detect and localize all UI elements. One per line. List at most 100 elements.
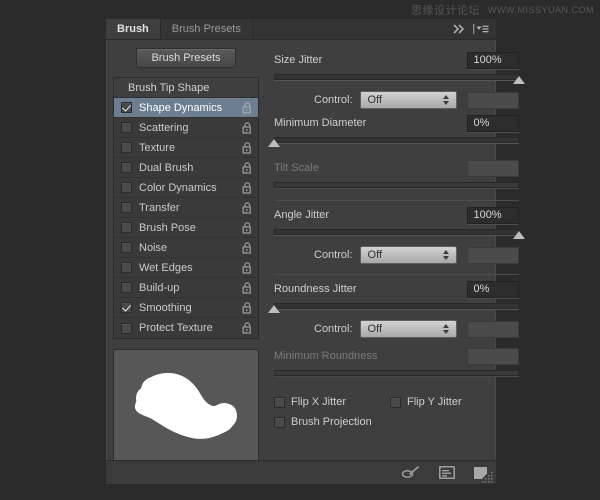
- roundness-jitter-slider[interactable]: [268, 301, 519, 313]
- roundness-jitter-control-extra: [466, 320, 519, 338]
- roundness-jitter-control-label: Control:: [314, 323, 353, 335]
- open-padlock-icon[interactable]: [242, 201, 253, 214]
- brush-option-checkbox[interactable]: [121, 142, 132, 153]
- brush-projection-label: Brush Projection: [291, 416, 372, 428]
- open-padlock-icon[interactable]: [242, 181, 253, 194]
- open-padlock-icon[interactable]: [242, 101, 253, 114]
- resize-grip[interactable]: [482, 471, 494, 483]
- panel-body: Brush Presets Brush Tip Shape Shape Dyna…: [106, 40, 525, 465]
- roundness-jitter-control-dropdown[interactable]: Off: [359, 320, 457, 338]
- brush-panel-icon[interactable]: [439, 466, 455, 479]
- size-jitter-thumb[interactable]: [512, 76, 525, 84]
- open-padlock-icon[interactable]: [242, 261, 253, 274]
- flip-line-2: Brush Projection: [274, 412, 519, 432]
- roundness-jitter-thumb[interactable]: [268, 305, 280, 313]
- tilt-scale-row: Tilt Scale: [274, 159, 519, 177]
- brush-option-row[interactable]: Color Dynamics: [114, 178, 258, 198]
- panel-menu-icon[interactable]: [473, 24, 489, 34]
- brush-option-label: Protect Texture: [139, 322, 213, 334]
- brush-option-row[interactable]: Scattering: [114, 118, 258, 138]
- open-padlock-icon[interactable]: [242, 241, 253, 254]
- flip-y-jitter-label: Flip Y Jitter: [407, 396, 462, 408]
- brush-option-row[interactable]: Wet Edges: [114, 258, 258, 278]
- brush-option-row[interactable]: Brush Pose: [114, 218, 258, 238]
- angle-jitter-control-dropdown[interactable]: Off: [359, 246, 457, 264]
- open-padlock-icon[interactable]: [242, 121, 253, 134]
- brush-option-row[interactable]: Texture: [114, 138, 258, 158]
- brush-option-checkbox[interactable]: [121, 162, 132, 173]
- brush-presets-button[interactable]: Brush Presets: [136, 48, 236, 68]
- brush-option-checkbox[interactable]: [121, 322, 132, 334]
- minimum-roundness-slider: [274, 368, 519, 380]
- brush-option-label: Dual Brush: [139, 161, 194, 174]
- open-padlock-icon[interactable]: [242, 322, 253, 334]
- brush-projection-checkbox[interactable]: Brush Projection: [274, 416, 372, 428]
- brush-option-checkbox[interactable]: [121, 122, 132, 133]
- open-padlock-icon[interactable]: [242, 161, 253, 174]
- angle-jitter-thumb[interactable]: [512, 231, 525, 239]
- brush-option-row[interactable]: Dual Brush: [114, 158, 258, 178]
- right-column: Size Jitter 100% Control: Off Minimum Di…: [266, 40, 527, 460]
- minimum-diameter-track: [274, 137, 519, 143]
- tab-brush-presets[interactable]: Brush Presets: [160, 19, 253, 39]
- tilt-scale-label: Tilt Scale: [274, 162, 319, 174]
- angle-jitter-label: Angle Jitter: [274, 209, 330, 221]
- minimum-diameter-value[interactable]: 0%: [466, 114, 519, 132]
- brush-preview-wrap: [113, 339, 259, 473]
- minimum-roundness-label: Minimum Roundness: [274, 350, 378, 362]
- angle-jitter-value[interactable]: 100%: [466, 206, 519, 224]
- brush-option-label: Brush Pose: [139, 221, 196, 234]
- minimum-diameter-slider[interactable]: [268, 135, 519, 147]
- toggle-brush-options-icon[interactable]: [401, 465, 421, 480]
- size-jitter-track: [274, 74, 519, 80]
- minimum-roundness-value: [466, 347, 519, 365]
- brush-option-checkbox[interactable]: [121, 242, 132, 253]
- open-padlock-icon[interactable]: [242, 281, 253, 294]
- watermark-chinese-text: 思缘设计论坛: [411, 5, 480, 17]
- tilt-scale-track: [274, 182, 519, 188]
- minimum-roundness-track: [274, 370, 519, 376]
- open-padlock-icon[interactable]: [242, 221, 253, 234]
- angle-jitter-track: [274, 229, 519, 235]
- brush-option-row[interactable]: Build-up: [114, 278, 258, 298]
- tab-brush[interactable]: Brush: [106, 19, 161, 39]
- size-jitter-control-row: Control: Off: [274, 91, 519, 109]
- size-jitter-value[interactable]: 100%: [466, 51, 519, 69]
- watermark-url: WWW.MISSYUAN.COM: [488, 5, 594, 15]
- brush-option-row[interactable]: Smoothing: [114, 298, 258, 318]
- roundness-jitter-value[interactable]: 0%: [466, 280, 519, 298]
- brush-option-row[interactable]: Protect Texture: [114, 318, 258, 338]
- panel-header-tools: [453, 19, 496, 39]
- collapse-chevrons-icon[interactable]: [453, 24, 467, 34]
- brush-tip-shape-header[interactable]: Brush Tip Shape: [114, 78, 258, 98]
- left-column: Brush Presets Brush Tip Shape Shape Dyna…: [106, 40, 266, 465]
- size-jitter-control-label: Control:: [314, 94, 353, 106]
- size-jitter-control-dropdown[interactable]: Off: [359, 91, 457, 109]
- flip-y-jitter-box[interactable]: [390, 396, 402, 408]
- brush-option-row[interactable]: Transfer: [114, 198, 258, 218]
- minimum-diameter-thumb[interactable]: [268, 139, 280, 147]
- open-padlock-icon[interactable]: [242, 141, 253, 154]
- brush-option-checkbox[interactable]: [121, 302, 132, 313]
- brush-option-checkbox[interactable]: [121, 202, 132, 213]
- brush-panel-window: Brush Brush Presets Brush Presets Brush …: [105, 18, 525, 485]
- brush-option-row[interactable]: Shape Dynamics: [114, 98, 258, 118]
- size-jitter-slider[interactable]: [274, 72, 525, 84]
- flip-x-jitter-checkbox[interactable]: Flip X Jitter: [274, 396, 346, 408]
- brush-option-checkbox[interactable]: [121, 182, 132, 193]
- brush-option-checkbox[interactable]: [121, 222, 132, 233]
- brush-projection-box[interactable]: [274, 416, 285, 428]
- open-padlock-icon[interactable]: [242, 301, 253, 314]
- brush-option-row[interactable]: Noise: [114, 238, 258, 258]
- angle-jitter-control-row: Control: Off: [274, 246, 519, 264]
- angle-jitter-slider[interactable]: [274, 227, 525, 239]
- brush-option-checkbox[interactable]: [121, 262, 132, 273]
- flip-options: Flip X Jitter Flip Y Jitter Brush Projec…: [274, 392, 519, 432]
- flip-x-jitter-box[interactable]: [274, 396, 285, 408]
- brush-option-checkbox[interactable]: [121, 282, 132, 293]
- flip-y-jitter-checkbox[interactable]: Flip Y Jitter: [390, 396, 462, 408]
- panel-tab-bar: Brush Brush Presets: [106, 19, 496, 40]
- brush-option-label: Shape Dynamics: [139, 101, 223, 114]
- angle-jitter-control-label: Control:: [314, 249, 353, 261]
- brush-option-checkbox[interactable]: [121, 102, 132, 113]
